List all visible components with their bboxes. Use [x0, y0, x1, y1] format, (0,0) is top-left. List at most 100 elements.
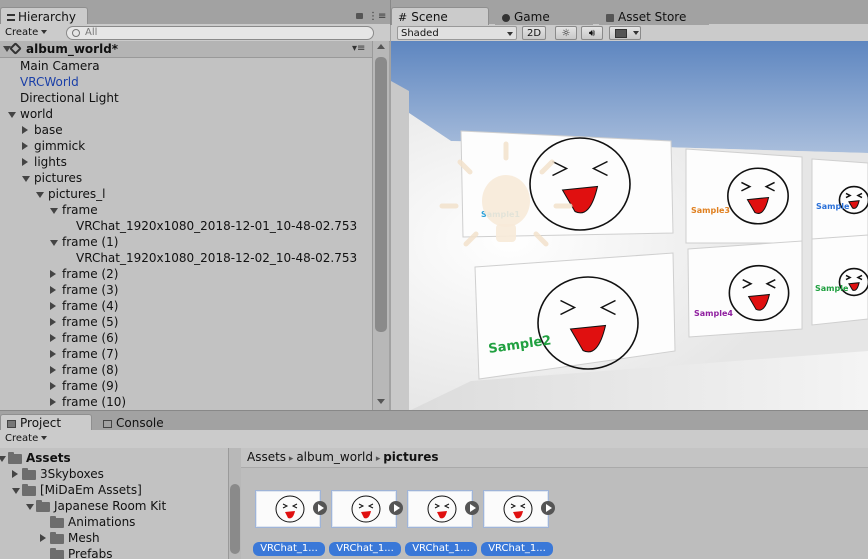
picture-canvas [685, 148, 803, 244]
expanded-arrow-icon[interactable] [50, 240, 58, 246]
scene-header[interactable]: album_world* ▾≡ [0, 41, 372, 58]
asset-thumbnail[interactable] [483, 490, 549, 528]
expanded-arrow-icon[interactable] [0, 456, 6, 462]
tab-console[interactable]: Console [96, 414, 168, 430]
hierarchy-row-label: lights [34, 155, 67, 169]
dropdown-arrow-icon [41, 30, 48, 34]
asset-preview-image [257, 492, 319, 526]
breadcrumb-item[interactable]: album_world [296, 450, 373, 464]
expanded-arrow-icon[interactable] [22, 176, 30, 182]
scroll-down-arrow-icon[interactable] [377, 399, 385, 404]
asset-label[interactable]: VRChat_1... [481, 542, 553, 556]
asset-thumbnail[interactable] [331, 490, 397, 528]
picture-frame[interactable]: Sample3 [685, 148, 803, 244]
collapsed-arrow-icon[interactable] [50, 302, 56, 310]
hierarchy-scrollbar[interactable] [372, 41, 389, 410]
left-wall-edge [391, 81, 409, 410]
project-tree-label: 3Skyboxes [40, 467, 104, 481]
breadcrumb-item[interactable]: pictures [383, 450, 438, 464]
scene-lighting-button[interactable]: ☼ [555, 26, 577, 40]
asset-grid: VRChat_1... VRChat_1... VRChat_1... VRChat_… [241, 468, 868, 559]
hierarchy-row-label: pictures_l [48, 187, 106, 201]
folder-icon [8, 452, 22, 464]
hierarchy-row-label: frame (5) [62, 315, 119, 329]
scroll-up-arrow-icon[interactable] [377, 44, 385, 49]
hierarchy-row-label: frame (3) [62, 283, 119, 297]
hierarchy-row-label: frame (1) [62, 235, 119, 249]
collapsed-arrow-icon[interactable] [40, 534, 46, 542]
create-dropdown[interactable]: Create [2, 26, 50, 40]
shading-mode-dropdown[interactable]: Shaded [397, 26, 517, 40]
scene-name: album_world* [26, 42, 119, 56]
hierarchy-row-label: world [20, 107, 54, 121]
scene-effects-button[interactable] [609, 26, 641, 40]
breadcrumb: Assets ▸ album_world ▸ pictures [241, 448, 868, 468]
expanded-arrow-icon[interactable] [36, 192, 44, 198]
picture-frame[interactable]: Sample4 [687, 240, 803, 338]
expanded-arrow-icon[interactable] [50, 208, 58, 214]
collapsed-arrow-icon[interactable] [50, 382, 56, 390]
scene-view[interactable]: Sample1Sample3SampleSample2Sample4Sample [391, 41, 868, 410]
play-icon[interactable] [313, 501, 327, 515]
folder-icon [22, 484, 36, 496]
tab-scene[interactable]: # Scene [391, 7, 489, 25]
collapsed-arrow-icon[interactable] [22, 126, 28, 134]
asset-thumbnail[interactable] [255, 490, 321, 528]
hierarchy-row-label: frame (2) [62, 267, 119, 281]
dropdown-arrow-icon [633, 31, 640, 35]
collapsed-arrow-icon[interactable] [50, 350, 56, 358]
scroll-thumb[interactable] [375, 57, 387, 332]
collapsed-arrow-icon[interactable] [12, 470, 18, 478]
hierarchy-search-input[interactable]: All [66, 26, 374, 40]
collapsed-arrow-icon[interactable] [22, 142, 28, 150]
project-tree-panel: Assets 3Skyboxes [MiDaEm Assets] Japanese R… [0, 448, 228, 559]
tab-asset-store[interactable]: Asset Store [599, 7, 709, 25]
asset-thumbnail[interactable] [407, 490, 473, 528]
collapsed-arrow-icon[interactable] [22, 158, 28, 166]
asset-label[interactable]: VRChat_1... [329, 542, 401, 556]
collapsed-arrow-icon[interactable] [50, 270, 56, 278]
dropdown-arrow-icon [41, 436, 48, 440]
expanded-arrow-icon[interactable] [12, 488, 20, 494]
collapsed-arrow-icon[interactable] [50, 366, 56, 374]
project-scroll-thumb[interactable] [230, 484, 240, 554]
asset-preview-image [409, 492, 471, 526]
hash-icon: # [398, 10, 408, 24]
hierarchy-toolbar: Create All [0, 24, 390, 42]
play-icon[interactable] [541, 501, 555, 515]
project-tree-scrollbar[interactable] [228, 448, 241, 559]
collapsed-arrow-icon[interactable] [50, 398, 56, 406]
collapsed-arrow-icon[interactable] [50, 334, 56, 342]
breadcrumb-item[interactable]: Assets [247, 450, 286, 464]
speaker-icon: 🔊︎ [588, 28, 596, 39]
scene-viewport[interactable]: Sample1Sample3SampleSample2Sample4Sample [391, 41, 868, 410]
scene-audio-button[interactable]: 🔊︎ [581, 26, 603, 40]
tab-project[interactable]: Project [0, 414, 92, 430]
asset-label[interactable]: VRChat_1... [253, 542, 325, 556]
scene-menu-icon[interactable]: ▾≡ [352, 41, 365, 57]
toggle-2d-label: 2D [526, 28, 542, 39]
tab-label: Game [514, 10, 550, 24]
project-create-dropdown[interactable]: Create [2, 432, 50, 446]
tab-hierarchy[interactable]: Hierarchy [0, 7, 88, 25]
picture-frame[interactable]: Sample [811, 234, 868, 326]
hierarchy-row-label: VRChat_1920x1080_2018-12-02_10-48-02.753 [76, 251, 358, 265]
collapsed-arrow-icon[interactable] [50, 318, 56, 326]
hierarchy-row-label: VRCWorld [20, 75, 79, 89]
expanded-arrow-icon[interactable] [8, 112, 16, 118]
collapsed-arrow-icon[interactable] [50, 286, 56, 294]
lock-icon[interactable] [356, 13, 363, 19]
tab-game[interactable]: Game [495, 7, 593, 25]
toggle-2d-button[interactable]: 2D [522, 26, 546, 40]
picture-frame[interactable]: Sample [811, 158, 868, 242]
play-icon[interactable] [389, 501, 403, 515]
project-tree-label: [MiDaEm Assets] [40, 483, 142, 497]
tab-label: Asset Store [618, 10, 687, 24]
folder-icon [36, 500, 50, 512]
play-icon[interactable] [465, 501, 479, 515]
asset-label[interactable]: VRChat_1... [405, 542, 477, 556]
picture-caption: Sample [816, 202, 850, 211]
expanded-arrow-icon[interactable] [26, 504, 34, 510]
hierarchy-row-label: base [34, 123, 63, 137]
panel-menu-icon[interactable]: ⋮≡ [368, 12, 386, 22]
